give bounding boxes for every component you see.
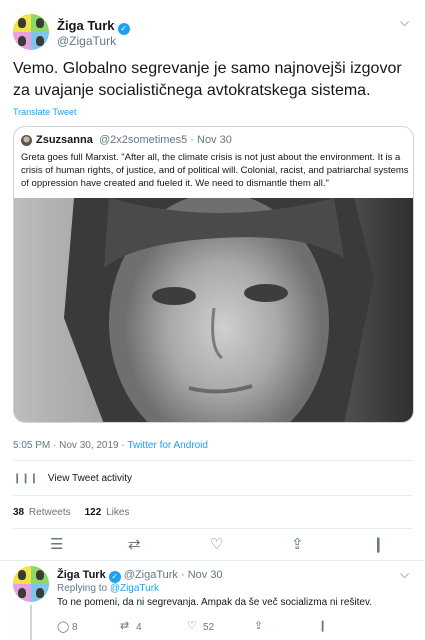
- retweet-count: 4: [136, 622, 142, 633]
- avatar[interactable]: [13, 14, 49, 50]
- tweet-timestamp[interactable]: 5:05 PM · Nov 30, 2019 · Twitter for And…: [13, 440, 208, 451]
- reply-author-row[interactable]: Žiga Turk ✓ @ZigaTurk · Nov 30: [57, 569, 223, 583]
- replying-to-handle[interactable]: @ZigaTurk: [110, 583, 159, 594]
- likes-stat[interactable]: 122 Likes: [85, 507, 130, 518]
- quoted-date: Nov 30: [197, 134, 232, 146]
- tweet-text: Vemo. Globalno segrevanje je samo najnov…: [13, 60, 402, 99]
- like-count: 52: [203, 622, 215, 633]
- replying-to: Replying to @ZigaTurk: [57, 583, 159, 594]
- heart-icon[interactable]: ♡: [210, 537, 223, 552]
- bar-chart-icon: ❙❙❙: [13, 473, 39, 484]
- separator-dot: ·: [181, 569, 185, 581]
- reply-text: To ne pomeni, da ni segrevanja. Ampak da…: [57, 597, 372, 608]
- view-activity-link[interactable]: ❙❙❙ View Tweet activity: [13, 473, 132, 484]
- share-icon[interactable]: ⇪: [254, 621, 263, 632]
- quoted-photo[interactable]: [14, 198, 414, 423]
- quoted-tweet[interactable]: Zsuzsanna @2x2sometimes5 · Nov 30 Greta …: [13, 126, 414, 423]
- reply-display-name[interactable]: Žiga Turk: [57, 569, 106, 581]
- reply-icon[interactable]: ☰: [50, 537, 63, 552]
- divider: [13, 528, 413, 529]
- quoted-display-name: Zsuzsanna: [36, 134, 93, 146]
- chevron-down-icon[interactable]: ⌵: [400, 15, 409, 30]
- quoted-handle: @2x2sometimes5: [99, 134, 188, 146]
- activity-label[interactable]: View Tweet activity: [48, 473, 132, 484]
- reply-icon[interactable]: ◯: [57, 622, 69, 633]
- quoted-meta: @2x2sometimes5 · Nov 30: [99, 134, 232, 146]
- separator-dot: ·: [190, 134, 194, 146]
- verified-badge-icon: ✓: [108, 571, 121, 583]
- thread-line: [30, 605, 32, 640]
- tweet-stats: 38 Retweets 122 Likes: [13, 507, 129, 518]
- quoted-avatar: [21, 135, 32, 146]
- replying-to-label: Replying to: [57, 583, 108, 594]
- likes-label: Likes: [106, 507, 130, 518]
- display-name[interactable]: Žiga Turk: [57, 18, 115, 33]
- reply-count: 8: [72, 622, 78, 633]
- bar-chart-icon[interactable]: ❙: [318, 621, 327, 632]
- likes-count: 122: [84, 507, 102, 518]
- translate-tweet-link[interactable]: Translate Tweet: [13, 107, 77, 117]
- retweet-icon[interactable]: ⇄: [128, 537, 141, 552]
- divider: [0, 560, 425, 561]
- reply-date[interactable]: Nov 30: [188, 569, 223, 581]
- divider: [13, 460, 413, 461]
- reply-avatar[interactable]: [13, 566, 49, 602]
- author-handle[interactable]: @ZigaTurk: [57, 34, 116, 48]
- retweets-label: Retweets: [28, 507, 71, 518]
- heart-icon[interactable]: ♡: [187, 621, 197, 632]
- author-name-row[interactable]: Žiga Turk ✓: [57, 17, 130, 35]
- verified-badge-icon: ✓: [117, 23, 130, 35]
- separator-dot: ·: [121, 440, 125, 451]
- reply-handle[interactable]: @ZigaTurk: [124, 569, 178, 581]
- bar-chart-icon[interactable]: ❙: [372, 537, 385, 552]
- timestamp-text[interactable]: 5:05 PM · Nov 30, 2019: [13, 440, 119, 451]
- retweet-icon[interactable]: ⇄: [120, 621, 129, 632]
- chevron-down-icon[interactable]: ⌵: [400, 567, 409, 582]
- retweets-stat[interactable]: 38 Retweets: [13, 507, 71, 518]
- share-icon[interactable]: ⇪: [291, 537, 304, 552]
- divider: [13, 495, 413, 496]
- retweets-count: 38: [13, 507, 25, 518]
- tweet-source-link[interactable]: Twitter for Android: [127, 440, 208, 451]
- quoted-text: Greta goes full Marxist. "After all, the…: [21, 152, 409, 189]
